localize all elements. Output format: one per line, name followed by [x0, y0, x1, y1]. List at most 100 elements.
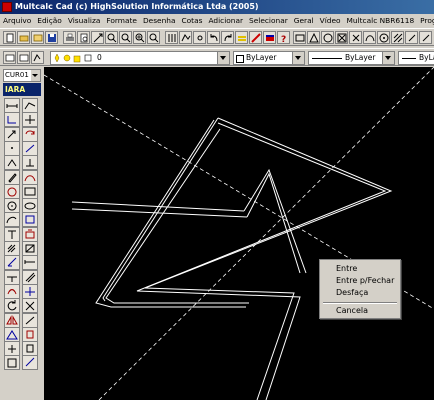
parallel-icon[interactable] — [22, 269, 38, 285]
print-preview-icon[interactable] — [77, 31, 90, 44]
menu-programas[interactable]: Progr — [417, 14, 434, 28]
refresh-icon[interactable] — [4, 298, 20, 314]
gradient-icon[interactable] — [22, 241, 38, 256]
circle-icon[interactable] — [321, 31, 334, 44]
circle-icon[interactable] — [4, 183, 20, 199]
cursor-combo[interactable]: CUR01 — [3, 69, 41, 82]
layer-icon[interactable] — [263, 31, 276, 44]
open-icon[interactable] — [31, 31, 44, 44]
empty2-icon[interactable] — [22, 341, 38, 357]
zoom-out-icon[interactable] — [119, 31, 132, 44]
empty-icon[interactable] — [22, 326, 38, 342]
crosshair-icon[interactable] — [4, 341, 20, 357]
close-x-icon[interactable] — [349, 31, 362, 44]
chevron-down-icon[interactable] — [382, 52, 394, 64]
menu-formate[interactable]: Formate — [103, 14, 140, 28]
text-icon[interactable] — [4, 226, 20, 242]
extend-icon[interactable] — [22, 155, 38, 171]
save-icon[interactable] — [45, 31, 58, 44]
layer-manager-icon[interactable] — [235, 31, 248, 44]
line-icon[interactable] — [4, 98, 20, 113]
make-current-icon[interactable] — [31, 51, 44, 64]
menu-geral[interactable]: Geral — [291, 14, 317, 28]
iara-label[interactable]: IARA — [3, 83, 41, 96]
arc-3pt-icon[interactable] — [4, 212, 20, 228]
ellipse-icon[interactable] — [22, 198, 38, 214]
pan-icon[interactable] — [91, 31, 104, 44]
redo-icon[interactable] — [221, 31, 234, 44]
rectangle-icon[interactable] — [22, 183, 38, 199]
menu-edicao[interactable]: Edição — [34, 14, 65, 28]
polyline-icon[interactable] — [22, 98, 38, 113]
color-value: ByLayer — [246, 53, 277, 62]
explode-icon[interactable] — [22, 298, 38, 314]
rotate-icon[interactable] — [22, 126, 38, 142]
point-icon[interactable] — [4, 140, 20, 156]
brush-icon[interactable] — [22, 312, 38, 328]
linetype-combo[interactable]: ByLayer — [308, 51, 395, 65]
undo-icon[interactable] — [207, 31, 220, 44]
pdf-icon[interactable] — [4, 355, 20, 371]
menu-adicionar[interactable]: Adicionar — [205, 14, 246, 28]
properties-icon[interactable] — [249, 31, 262, 44]
chevron-down-icon[interactable] — [217, 52, 229, 64]
layer-combo[interactable]: 0 — [50, 51, 230, 65]
circle-center-icon[interactable] — [377, 31, 390, 44]
circle-center-icon[interactable] — [4, 198, 20, 214]
dimension-icon[interactable] — [4, 112, 20, 128]
move-4way-icon[interactable] — [22, 283, 38, 299]
more-icon[interactable] — [419, 31, 432, 44]
context-item-entre-fechar[interactable]: Entre p/Fechar — [336, 276, 394, 285]
chevron-down-icon[interactable] — [292, 52, 304, 64]
layer-state-icon[interactable] — [3, 51, 16, 64]
mirror-icon[interactable] — [4, 312, 20, 328]
boxed-x-icon[interactable] — [335, 31, 348, 44]
new-file-icon[interactable] — [3, 31, 16, 44]
zoom-extents-icon[interactable] — [147, 31, 160, 44]
insert-block-icon[interactable] — [22, 226, 38, 242]
line-diagonal-icon[interactable] — [22, 140, 38, 156]
menu-video[interactable]: Vídeo — [317, 14, 344, 28]
help-icon[interactable]: ? — [277, 31, 290, 44]
arc-icon[interactable] — [22, 169, 38, 185]
menu-multcalc-nbr6118[interactable]: Multcalc NBR6118 — [344, 14, 418, 28]
context-item-desfaca[interactable]: Desfaça — [336, 288, 368, 297]
move-icon[interactable] — [4, 126, 20, 142]
print-icon[interactable] — [63, 31, 76, 44]
hatch-icon[interactable] — [4, 241, 20, 256]
marker-icon[interactable] — [22, 355, 38, 371]
menu-desenha[interactable]: Desenha — [140, 14, 179, 28]
zoom-window-icon[interactable] — [133, 31, 146, 44]
chevron-down-icon[interactable] — [31, 70, 40, 81]
context-item-cancela[interactable]: Cancela — [336, 306, 368, 315]
offset-icon[interactable] — [4, 283, 20, 299]
color-palette-icon[interactable] — [22, 212, 38, 228]
edit-icon[interactable] — [405, 31, 418, 44]
perpendicular-icon[interactable] — [4, 269, 20, 285]
lineweight-combo[interactable]: ByLa — [398, 51, 434, 65]
scale-icon[interactable] — [4, 255, 20, 271]
polyline-icon[interactable] — [179, 31, 192, 44]
rectangle-icon[interactable] — [293, 31, 306, 44]
menu-cotas[interactable]: Cotas — [179, 14, 206, 28]
context-item-entre[interactable]: Entre — [336, 264, 357, 273]
hatch-icon[interactable] — [391, 31, 404, 44]
triangle-icon[interactable] — [307, 31, 320, 44]
measure-icon[interactable] — [22, 255, 38, 271]
drawing-canvas[interactable] — [44, 67, 434, 400]
arc-icon[interactable] — [363, 31, 376, 44]
open-folder-icon[interactable] — [17, 31, 30, 44]
trim-icon[interactable] — [4, 155, 20, 171]
context-menu: Entre Entre p/Fechar Desfaça Cancela — [319, 259, 401, 319]
grid-icon[interactable] — [165, 31, 178, 44]
menu-arquivo[interactable]: Arquivo — [0, 14, 34, 28]
zoom-in-icon[interactable] — [105, 31, 118, 44]
pencil-icon[interactable] — [4, 169, 20, 185]
menu-selecionar[interactable]: Selecionar — [246, 14, 291, 28]
triangle-tool-icon[interactable] — [4, 326, 20, 342]
color-combo[interactable]: ByLayer — [233, 51, 305, 65]
layer-previous-icon[interactable] — [17, 51, 30, 64]
snap-icon[interactable] — [22, 112, 38, 128]
menu-visualiza[interactable]: Visualiza — [65, 14, 104, 28]
snap-icon[interactable] — [193, 31, 206, 44]
